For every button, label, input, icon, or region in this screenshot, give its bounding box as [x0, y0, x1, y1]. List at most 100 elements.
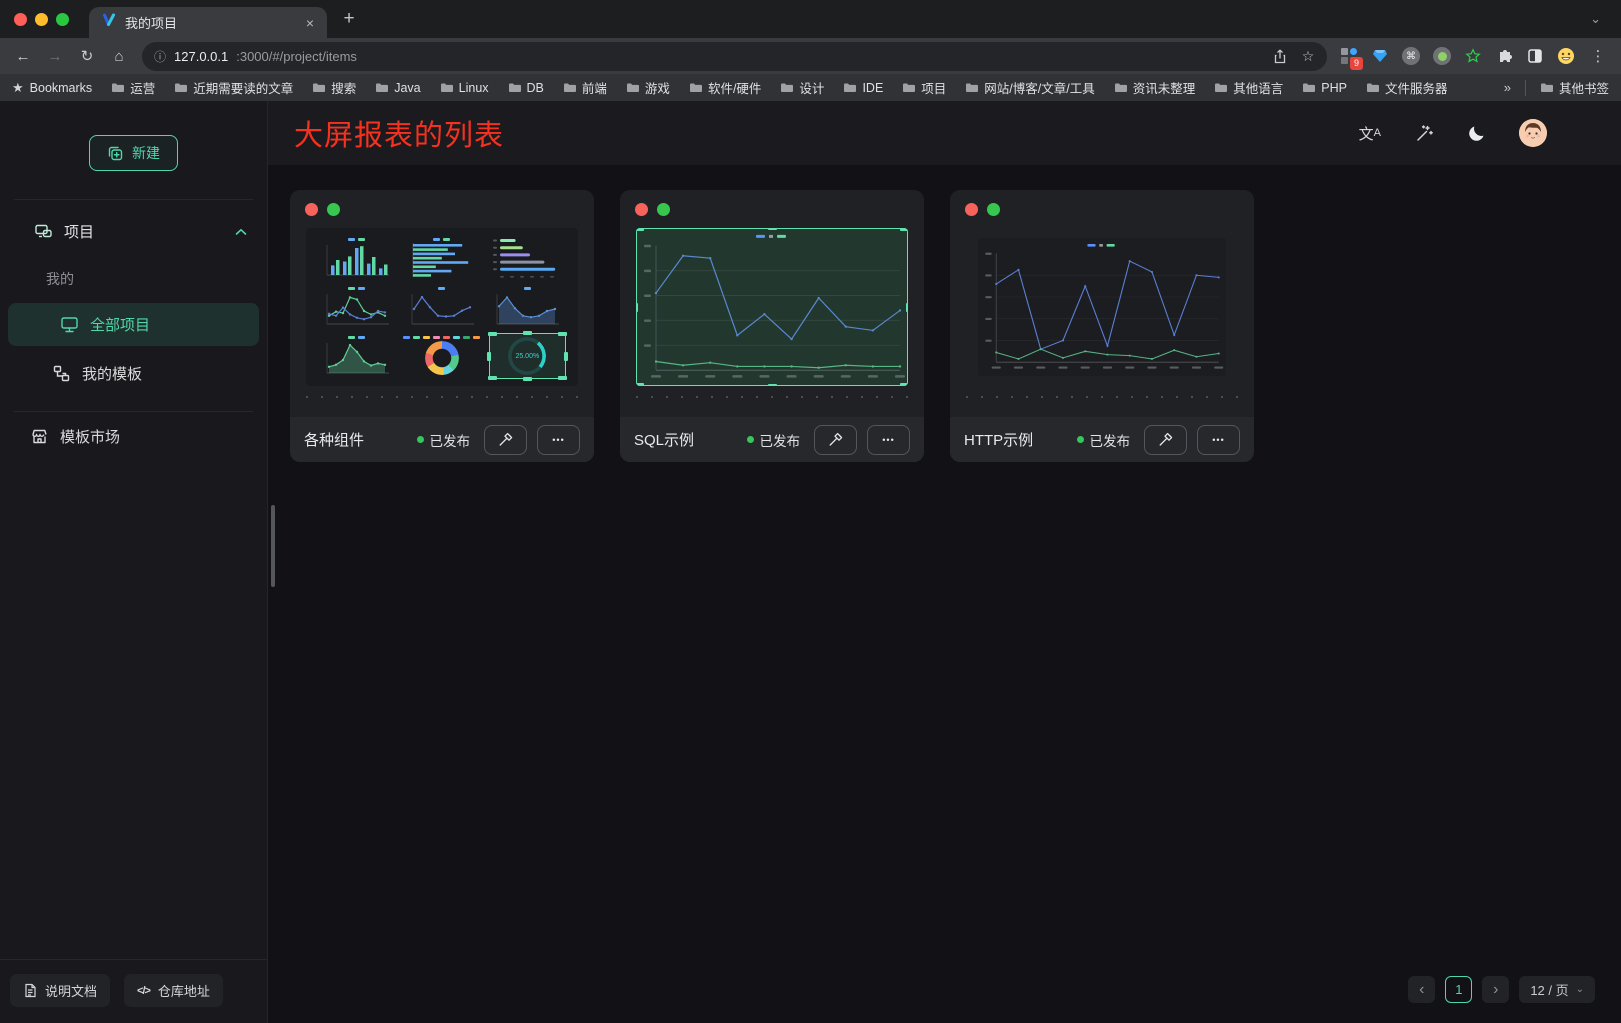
dark-mode-moon-icon[interactable]	[1467, 124, 1486, 143]
more-button[interactable]: •••	[537, 425, 580, 455]
new-tab-button[interactable]: +	[335, 5, 363, 33]
extension-command-icon[interactable]: ⌘	[1397, 42, 1425, 70]
selected-gauge-widget[interactable]: 25.00%	[489, 333, 566, 379]
red-dot	[965, 203, 978, 216]
bookmark-item[interactable]: Java	[375, 81, 420, 95]
bookmark-item[interactable]: 网站/博客/文章/工具	[965, 78, 1094, 97]
tab-search-icon[interactable]: ⌄	[1580, 11, 1611, 27]
bookmark-item[interactable]: 近期需要读的文章	[174, 78, 293, 97]
sidebar-item-my-templates[interactable]: 我的模板	[0, 350, 267, 397]
edit-hammer-button[interactable]	[484, 425, 527, 455]
language-icon[interactable]: 文A	[1359, 123, 1381, 144]
bookmark-item[interactable]: 软件/硬件	[689, 78, 761, 97]
tab-close-icon[interactable]: ×	[301, 14, 319, 32]
sidebar-group-project[interactable]: 项目	[0, 210, 267, 253]
extension-puzzle-icon[interactable]	[1490, 42, 1518, 70]
project-card[interactable]: SQL示例 已发布 •••	[620, 190, 924, 462]
bookmark-item[interactable]: 文件服务器	[1366, 78, 1448, 97]
site-info-icon[interactable]: ⓘ	[154, 48, 166, 65]
bookmark-item[interactable]: 前端	[563, 78, 607, 97]
chevron-down-icon: ⌄	[1576, 984, 1584, 995]
red-dot	[305, 203, 318, 216]
ellipsis-icon: •••	[552, 435, 564, 445]
bookmark-item[interactable]: 其他语言	[1214, 78, 1283, 97]
project-preview[interactable]	[966, 228, 1238, 386]
bookmark-item[interactable]: 资讯未整理	[1114, 78, 1196, 97]
mini-chart-line2	[318, 284, 395, 330]
bookmarks-manager[interactable]: ★ Bookmarks	[12, 80, 92, 96]
extension-darkreader-icon[interactable]	[1521, 42, 1549, 70]
sidebar-group-my: 我的	[0, 253, 267, 293]
tab-title: 我的项目	[125, 13, 293, 32]
document-icon	[23, 983, 37, 998]
bookmark-item[interactable]: PHP	[1302, 81, 1347, 95]
other-bookmarks[interactable]: 其他书签	[1540, 78, 1609, 97]
new-project-button[interactable]: 新建	[89, 135, 178, 171]
project-name: SQL示例	[634, 429, 737, 450]
scrollbar-thumb[interactable]	[271, 505, 275, 587]
project-preview[interactable]: 25.00%	[306, 228, 578, 386]
docs-button[interactable]: 说明文档	[10, 974, 110, 1007]
bookmark-item[interactable]: 项目	[902, 78, 946, 97]
extension-emoji-icon[interactable]	[1552, 42, 1580, 70]
extension-gem-icon[interactable]	[1366, 42, 1394, 70]
prev-page-button[interactable]: ‹	[1408, 976, 1435, 1003]
selection-overlay[interactable]	[636, 228, 908, 386]
mini-chart-bars	[318, 235, 395, 281]
edit-hammer-button[interactable]	[1144, 425, 1187, 455]
next-page-button[interactable]: ›	[1482, 976, 1509, 1003]
dotted-separator	[636, 396, 908, 398]
minimize-window-button[interactable]	[35, 13, 48, 26]
project-card[interactable]: HTTP示例 已发布 •••	[950, 190, 1254, 462]
app-window: 新建 项目 我的 全部项目 我的模板	[0, 101, 1621, 1023]
reload-icon[interactable]: ↻	[72, 41, 102, 71]
close-window-button[interactable]	[14, 13, 27, 26]
window-controls	[10, 13, 77, 26]
forward-icon[interactable]: →	[40, 41, 70, 71]
more-button[interactable]: •••	[867, 425, 910, 455]
url-host: 127.0.0.1	[174, 49, 228, 64]
back-icon[interactable]: ←	[8, 41, 38, 71]
ellipsis-icon: •••	[1212, 435, 1224, 445]
card-traffic-dots	[950, 190, 1254, 216]
url-path: :3000/#/project/items	[236, 49, 1259, 64]
bookmark-item[interactable]: 游戏	[626, 78, 670, 97]
extension-star-icon[interactable]	[1459, 42, 1487, 70]
extension-grid-icon[interactable]: 9	[1335, 42, 1363, 70]
bookmarks-overflow-icon[interactable]: »	[1504, 80, 1511, 95]
bookmark-item[interactable]: DB	[508, 81, 544, 95]
bookmark-item[interactable]: Linux	[440, 81, 489, 95]
user-avatar[interactable]	[1519, 119, 1547, 147]
sidebar-item-template-market[interactable]: 模板市场	[0, 412, 267, 461]
dotted-separator	[306, 396, 578, 398]
share-icon[interactable]	[1267, 43, 1293, 69]
bookmark-item[interactable]: 搜索	[312, 78, 356, 97]
repo-button[interactable]: </> 仓库地址	[124, 974, 223, 1007]
more-button[interactable]: •••	[1197, 425, 1240, 455]
project-preview[interactable]	[636, 228, 908, 386]
home-icon[interactable]: ⌂	[104, 41, 134, 71]
browser-menu-icon[interactable]: ⋮	[1583, 41, 1613, 71]
widget-grid: 25.00%	[306, 228, 578, 386]
project-card[interactable]: 25.00% 各种组件 已发布 •••	[290, 190, 594, 462]
status-dot	[1077, 436, 1084, 443]
sidebar-footer: 说明文档 </> 仓库地址	[0, 959, 267, 1023]
project-name: 各种组件	[304, 429, 407, 450]
edit-hammer-button[interactable]	[814, 425, 857, 455]
progress-value: 25.00%	[515, 353, 539, 360]
content-area: 25.00% 各种组件 已发布 ••• SQL示例	[268, 165, 1621, 1023]
magic-wand-icon[interactable]	[1414, 123, 1434, 143]
browser-tab[interactable]: 我的项目 ×	[89, 7, 327, 38]
current-page-button[interactable]: 1	[1445, 976, 1472, 1003]
mini-chart-hbars	[403, 235, 480, 281]
bookmark-star-icon[interactable]: ☆	[1295, 43, 1321, 69]
zoom-window-button[interactable]	[56, 13, 69, 26]
bookmark-item[interactable]: 运营	[111, 78, 155, 97]
extension-record-icon[interactable]	[1428, 42, 1456, 70]
bookmark-item[interactable]: IDE	[843, 81, 883, 95]
bookmark-item[interactable]: 设计	[780, 78, 824, 97]
url-bar[interactable]: ⓘ 127.0.0.1 :3000/#/project/items ☆	[142, 42, 1327, 71]
sidebar-item-all-projects[interactable]: 全部项目	[8, 303, 259, 346]
card-footer: SQL示例 已发布 •••	[620, 417, 924, 462]
page-size-select[interactable]: 12 / 页 ⌄	[1519, 976, 1595, 1003]
